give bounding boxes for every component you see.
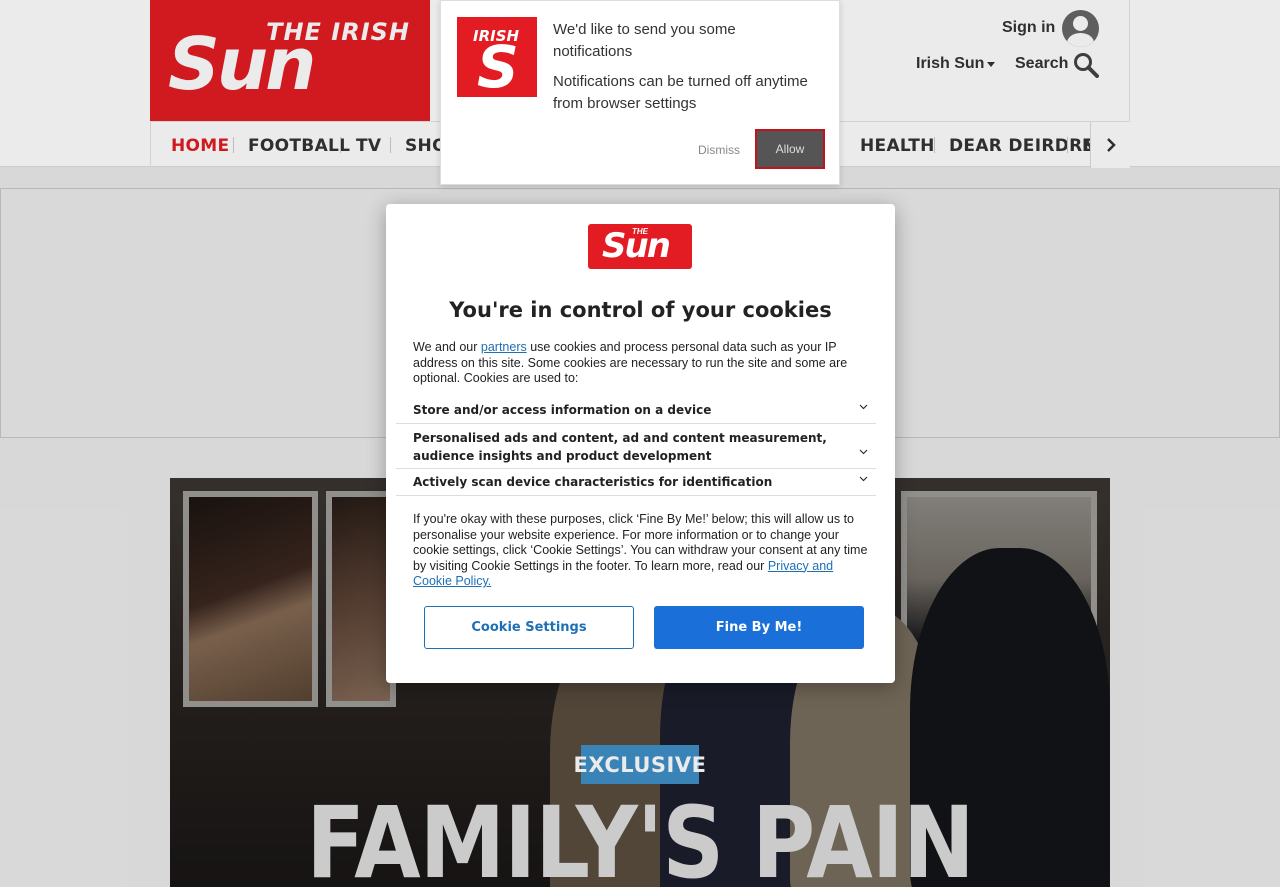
search-icon[interactable]: [1073, 52, 1099, 78]
purpose-row[interactable]: Store and/or access information on a dev…: [396, 400, 876, 424]
search-link[interactable]: Search: [1015, 55, 1068, 73]
nav-divider: [934, 137, 935, 153]
notification-subtitle: Notifications can be turned off anytime …: [553, 73, 808, 112]
cookie-settings-button[interactable]: Cookie Settings: [424, 606, 634, 649]
allow-button[interactable]: Allow: [755, 129, 825, 169]
cookie-consent-dialog: Sun THE You're in control of your cookie…: [386, 204, 895, 683]
chevron-down-icon: [859, 449, 868, 455]
chevron-down-icon: [859, 404, 868, 410]
edition-selector[interactable]: Irish Sun: [916, 55, 984, 73]
cookie-logo: Sun THE: [588, 224, 692, 269]
nav-divider: [390, 137, 391, 153]
cookie-intro-prefix: We and our: [413, 340, 481, 354]
chevron-down-icon: [859, 476, 868, 482]
site-logo[interactable]: THE IRISH Sun: [150, 0, 430, 121]
purpose-label: Personalised ads and content, ad and con…: [413, 431, 827, 463]
sign-in-link[interactable]: Sign in: [1002, 19, 1055, 37]
purpose-label: Store and/or access information on a dev…: [413, 403, 712, 417]
cookie-title: You're in control of your cookies: [449, 298, 832, 322]
partners-link[interactable]: partners: [481, 340, 527, 354]
dismiss-button[interactable]: Dismiss: [698, 143, 740, 157]
nav-item-health[interactable]: HEALTH: [860, 136, 935, 156]
hero-headline[interactable]: FAMILY'S PAIN: [170, 786, 1110, 887]
notification-logo-s: S: [477, 33, 519, 101]
nav-divider: [233, 137, 234, 153]
nav-item-tv[interactable]: TV: [356, 136, 381, 156]
purpose-row[interactable]: Actively scan device characteristics for…: [396, 469, 876, 496]
notification-prompt: IRISH S We'd like to send you some notif…: [440, 0, 840, 185]
notification-logo: IRISH S: [457, 17, 537, 101]
chevron-right-icon: [1106, 138, 1116, 152]
cookie-intro: We and our partners use cookies and proc…: [413, 340, 868, 387]
purpose-row[interactable]: Personalised ads and content, ad and con…: [396, 424, 876, 469]
nav-item-dear-deirdre[interactable]: DEAR DEIRDRE: [949, 136, 1094, 156]
caret-down-icon: [987, 62, 995, 67]
nav-divider: [340, 137, 341, 153]
user-avatar-icon[interactable]: [1062, 10, 1099, 47]
cookie-body: If you're okay with these purposes, clic…: [413, 512, 873, 590]
nav-scroll-right-button[interactable]: [1090, 122, 1130, 168]
nav-divider: [1067, 137, 1068, 153]
nav-item-football[interactable]: FOOTBALL: [248, 136, 350, 156]
notification-title: We'd like to send you some notifications: [553, 21, 736, 60]
logo-text-sun: Sun: [168, 22, 316, 106]
accept-cookies-button[interactable]: Fine By Me!: [654, 606, 864, 649]
purpose-label: Actively scan device characteristics for…: [413, 475, 773, 489]
exclusive-tag: EXCLUSIVE: [574, 745, 706, 784]
nav-item-home[interactable]: HOME: [171, 136, 229, 156]
cookie-logo-the: THE: [632, 227, 648, 236]
